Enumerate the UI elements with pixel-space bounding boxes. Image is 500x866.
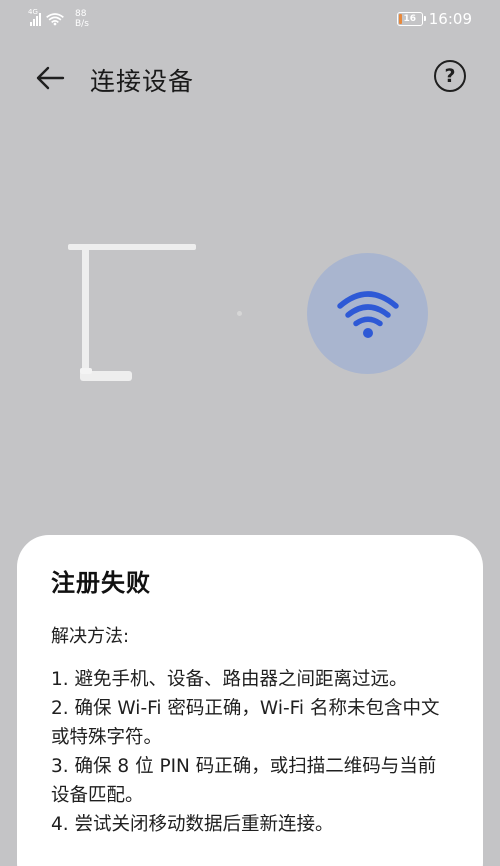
network-speed-value: 88: [75, 9, 87, 19]
network-speed-unit: B/s: [75, 19, 89, 29]
status-bar: 4G 88 B/s 16 16:09: [0, 0, 500, 38]
router-wifi-badge: [307, 253, 428, 374]
help-icon: ?: [444, 65, 456, 87]
solution-step-3: 3. 确保 8 位 PIN 码正确，或扫描二维码与当前设备匹配。: [51, 756, 437, 806]
wifi-icon: [336, 290, 399, 338]
network-type: 4G: [28, 8, 38, 16]
desk-lamp-icon: [68, 244, 196, 381]
sheet-title: 注册失败: [51, 569, 151, 597]
battery-level: 16: [403, 14, 417, 24]
battery-fill: [398, 14, 402, 24]
solutions-heading: 解决方法:: [51, 626, 130, 647]
wifi-status-icon: [46, 13, 64, 26]
solution-step-4: 4. 尝试关闭移动数据后重新连接。: [51, 814, 334, 835]
page-title: 连接设备: [90, 67, 195, 96]
status-bar-left: 4G 88 B/s: [28, 8, 89, 29]
error-sheet: 注册失败 解决方法: 1. 避免手机、设备、路由器之间距离过远。 2. 确保 W…: [17, 535, 483, 866]
solution-step-2: 2. 确保 Wi-Fi 密码正确，Wi-Fi 名称未包含中文或特殊字符。: [51, 698, 440, 748]
nav-bar: 连接设备 ?: [0, 50, 500, 106]
clock: 16:09: [428, 10, 472, 28]
help-button[interactable]: ?: [434, 60, 466, 92]
back-button[interactable]: [32, 62, 68, 94]
network-speed: 88 B/s: [75, 9, 89, 29]
cellular-signal-icon: 4G: [28, 8, 41, 26]
back-arrow-icon: [36, 66, 65, 90]
battery-icon: 16: [396, 12, 426, 26]
connection-dot: [237, 311, 242, 316]
status-bar-right: 16 16:09: [396, 10, 472, 28]
solution-step-1: 1. 避免手机、设备、路由器之间距离过远。: [51, 669, 408, 690]
